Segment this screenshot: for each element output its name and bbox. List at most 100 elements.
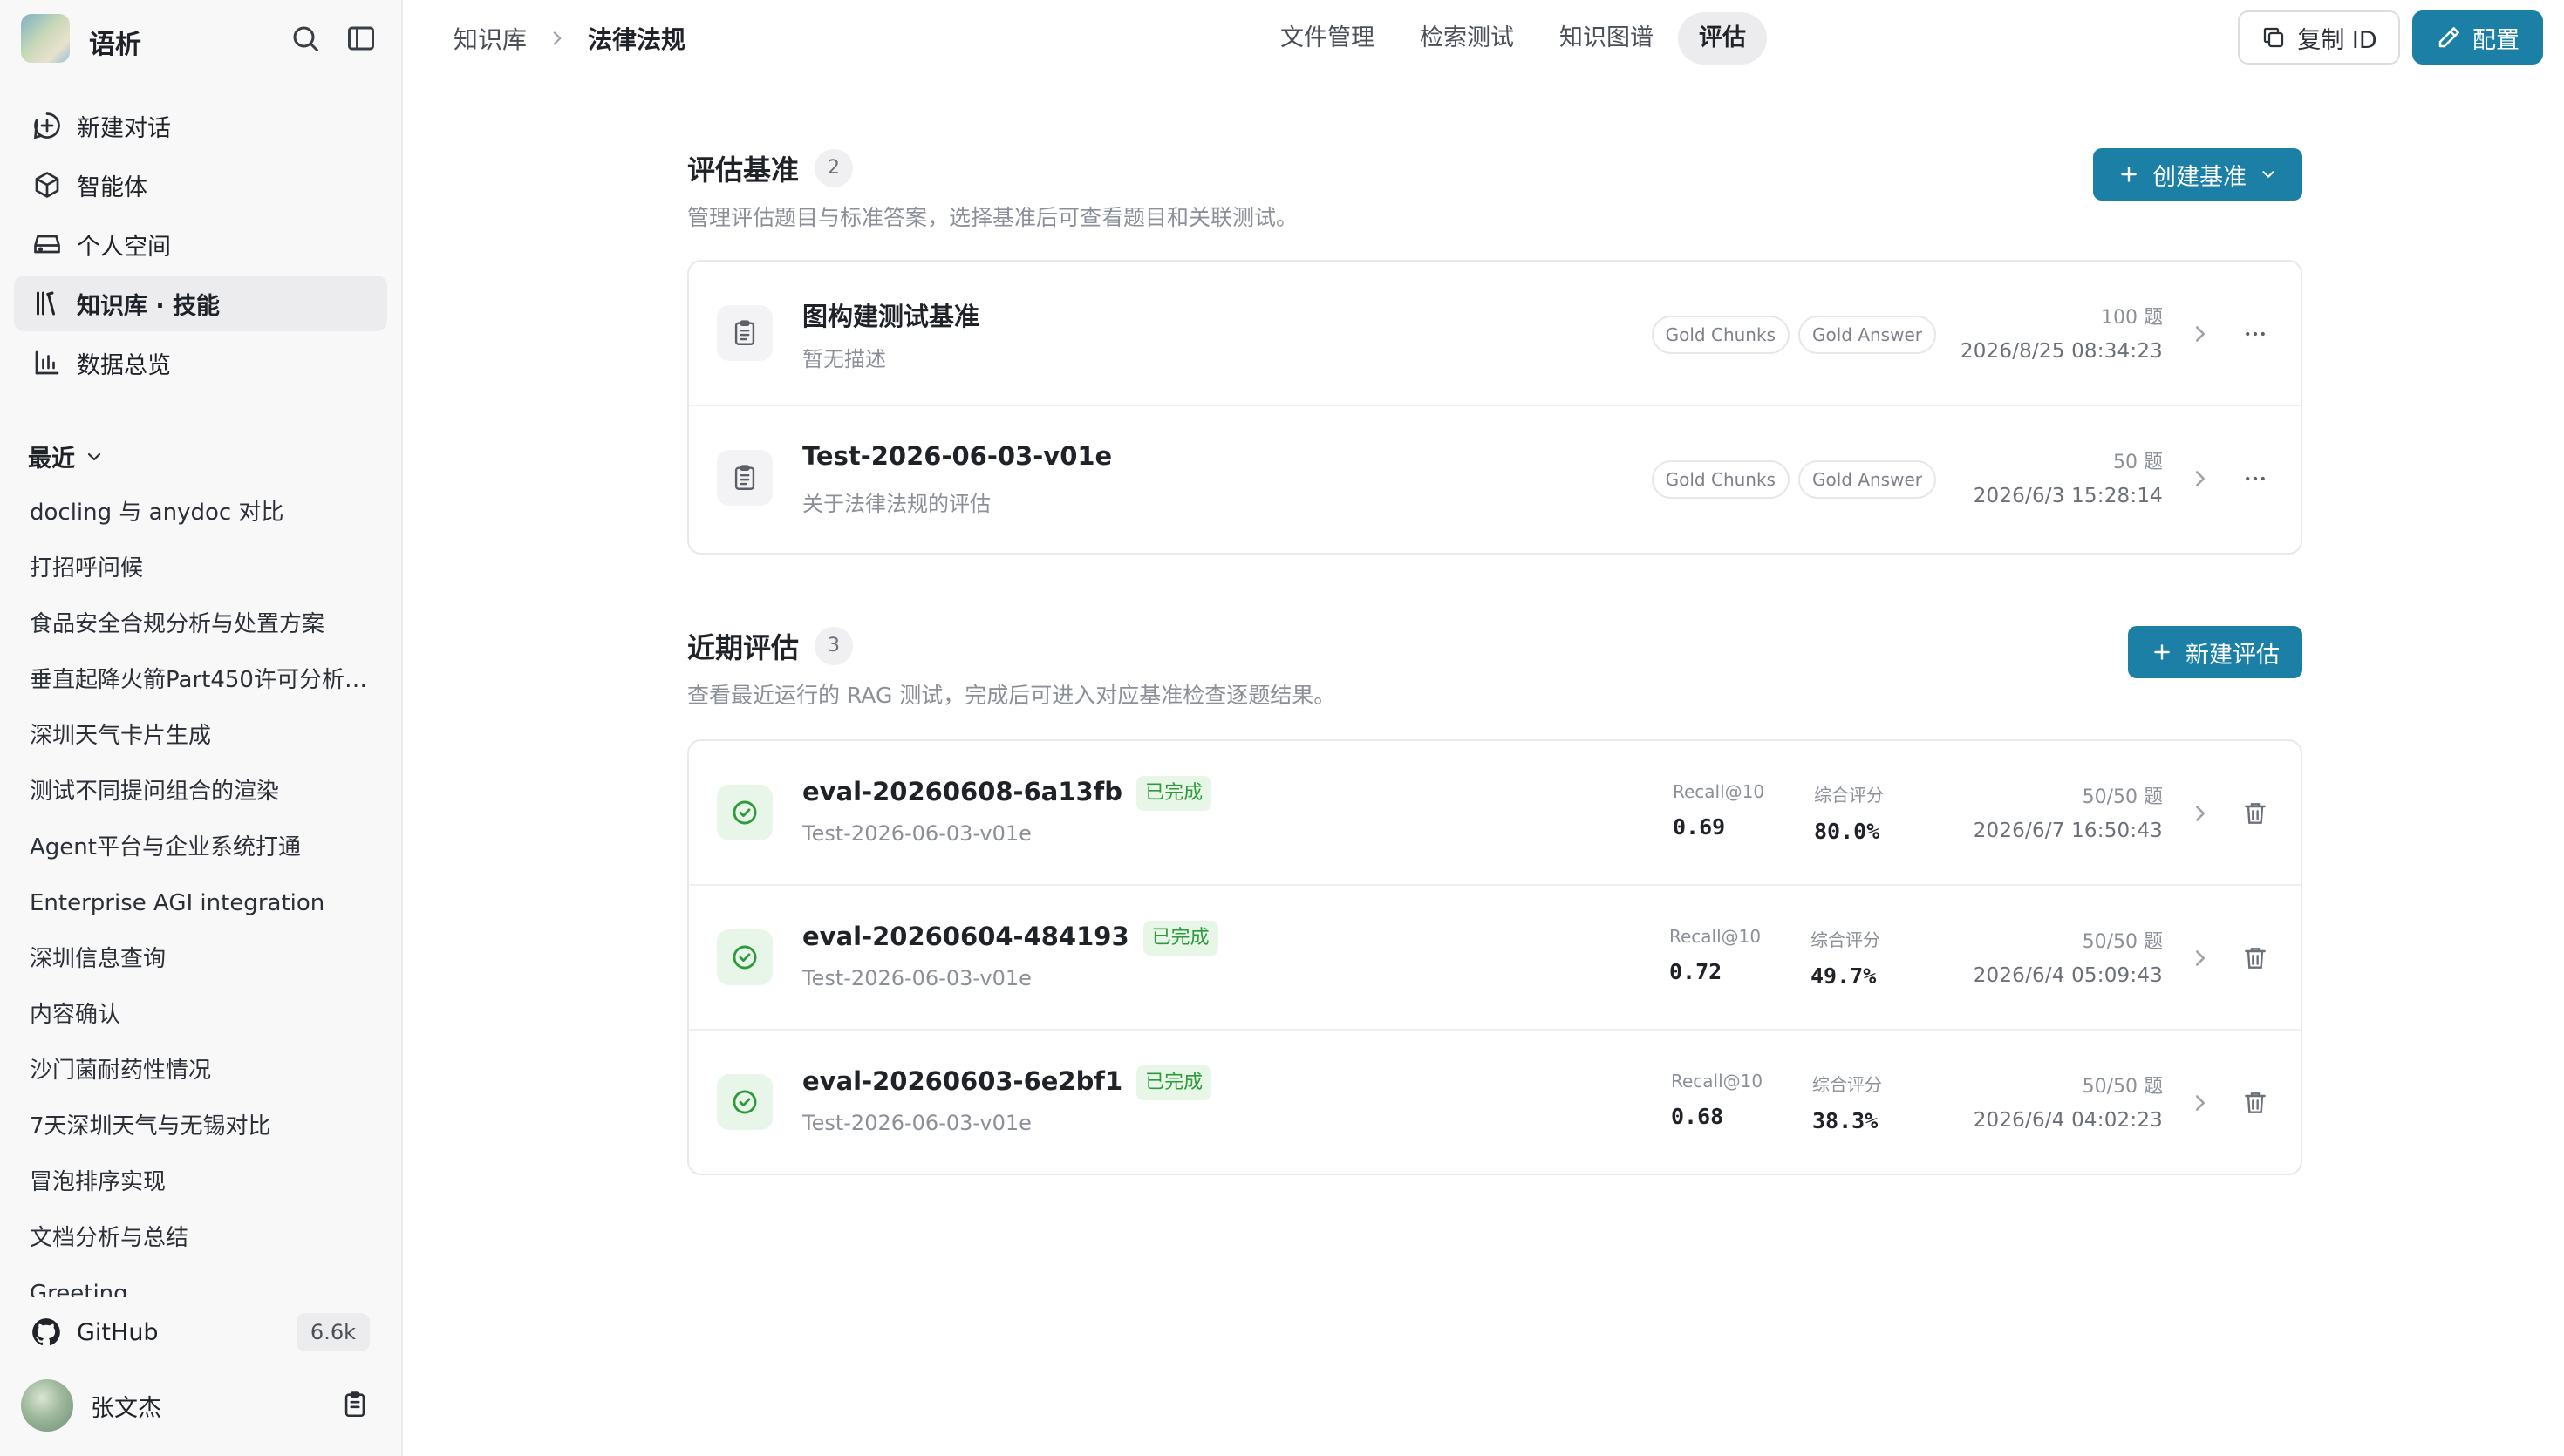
tab-retrieval-test[interactable]: 检索测试 xyxy=(1399,12,1535,65)
recent-item[interactable]: Greeting xyxy=(30,1266,378,1297)
question-count: 50 题 xyxy=(2113,452,2163,473)
benchmark-meta: 50 题 2026/6/3 15:28:14 xyxy=(1974,446,2163,507)
avatar[interactable] xyxy=(21,1379,73,1432)
benchmark-description: 暂无描述 xyxy=(802,347,886,371)
evaluation-benchmark: Test-2026-06-03-v01e xyxy=(802,821,1032,846)
benchmark-row[interactable]: Test-2026-06-03-v01e 关于法律法规的评估 Gold Chun… xyxy=(689,406,2301,551)
metric-value: 80.0% xyxy=(1814,819,1880,844)
trash-icon[interactable] xyxy=(2241,1088,2269,1118)
breadcrumb-knowledge-base[interactable]: 知识库 xyxy=(453,21,527,56)
timestamp: 2026/6/7 16:50:43 xyxy=(1973,820,2163,842)
recent-item[interactable]: 深圳信息查询 xyxy=(30,931,378,987)
sidebar-item-personal-space[interactable]: 个人空间 xyxy=(14,216,387,272)
evaluation-name: eval-20260604-484193 xyxy=(802,922,1129,951)
metric-value: 0.68 xyxy=(1671,1104,1724,1129)
config-button[interactable]: 配置 xyxy=(2412,10,2543,65)
metric-label: 综合评分 xyxy=(1812,1074,1882,1095)
check-circle-icon xyxy=(733,800,757,825)
metric-value: 38.3% xyxy=(1812,1108,1879,1133)
github-icon xyxy=(32,1318,60,1346)
evaluation-meta: 50/50 题 2026/6/4 05:09:43 xyxy=(1974,926,2163,987)
copy-id-button[interactable]: 复制 ID xyxy=(2238,10,2400,65)
tag-chip: Gold Answer xyxy=(1797,460,1936,499)
section-title: 近期评估 xyxy=(687,631,800,664)
question-count: 50/50 题 xyxy=(2082,1076,2163,1098)
recent-item[interactable]: 打招呼问候 xyxy=(30,541,378,596)
recent-item[interactable]: 沙门菌耐药性情况 xyxy=(30,1043,378,1099)
more-icon[interactable] xyxy=(2241,466,2269,492)
user-profile[interactable]: 张文杰 xyxy=(21,1378,370,1433)
sidebar-item-dashboard[interactable]: 数据总览 xyxy=(14,335,387,391)
evaluation-title: eval-20260603-6e2bf1 已完成 xyxy=(802,1065,1212,1100)
recent-item[interactable]: 内容确认 xyxy=(30,987,378,1043)
tab-evaluation[interactable]: 评估 xyxy=(1678,12,1767,65)
metric-value: 0.72 xyxy=(1669,959,1722,984)
chevron-right-icon[interactable] xyxy=(2187,466,2213,492)
status-badge: 已完成 xyxy=(1136,776,1212,811)
sidebar-nav: 新建对话 智能体 个人空间 知识库 · 技能 数据总览 xyxy=(14,98,387,394)
benchmark-icon xyxy=(717,450,773,506)
evaluation-name: eval-20260603-6e2bf1 xyxy=(802,1066,1123,1096)
tab-knowledge-graph[interactable]: 知识图谱 xyxy=(1538,12,1674,65)
recent-item[interactable]: 文档分析与总结 xyxy=(30,1210,378,1266)
recent-item[interactable]: docling 与 anydoc 对比 xyxy=(30,485,378,541)
evaluation-benchmark: Test-2026-06-03-v01e xyxy=(802,1111,1032,1135)
evaluation-title: eval-20260608-6a13fb 已完成 xyxy=(802,776,1212,811)
tab-file-management[interactable]: 文件管理 xyxy=(1259,12,1395,65)
search-icon[interactable] xyxy=(290,23,321,54)
sidebar-header: 语析 xyxy=(21,12,387,65)
recent-item[interactable]: Enterprise AGI integration xyxy=(30,875,378,931)
chevron-right-icon[interactable] xyxy=(2187,800,2213,827)
create-benchmark-button[interactable]: 创建基准 xyxy=(2093,148,2302,201)
tab-bar: 文件管理 检索测试 知识图谱 评估 xyxy=(1259,12,1770,65)
evaluation-row[interactable]: eval-20260608-6a13fb 已完成 Test-2026-06-03-… xyxy=(689,741,2301,886)
count-badge: 2 xyxy=(815,149,854,187)
trash-icon[interactable] xyxy=(2241,799,2269,828)
sidebar-toggle-icon[interactable] xyxy=(345,23,377,54)
section-header: 评估基准 2 xyxy=(687,148,854,188)
github-link[interactable]: GitHub 6.6k xyxy=(30,1308,370,1357)
recall-metric: Recall@10 0.72 xyxy=(1669,926,1761,984)
benchmark-list: 图构建测试基准 暂无描述 Gold Chunks Gold Answer 100… xyxy=(687,260,2302,555)
app-logo[interactable] xyxy=(21,14,70,63)
chevron-right-icon[interactable] xyxy=(2187,945,2213,971)
status-badge: 已完成 xyxy=(1136,1065,1212,1100)
chevron-right-icon[interactable] xyxy=(2187,1090,2213,1116)
timestamp: 2026/6/3 15:28:14 xyxy=(1973,485,2163,507)
chevron-right-icon[interactable] xyxy=(2187,321,2213,347)
evaluation-row[interactable]: eval-20260603-6e2bf1 已完成 Test-2026-06-03-… xyxy=(689,1031,2301,1174)
status-badge: 已完成 xyxy=(1142,921,1218,956)
timestamp: 2026/8/25 08:34:23 xyxy=(1960,340,2163,363)
sidebar-item-label: 数据总览 xyxy=(77,351,171,379)
recent-item[interactable]: 冒泡排序实现 xyxy=(30,1154,378,1210)
trash-icon[interactable] xyxy=(2241,943,2269,973)
drive-icon xyxy=(34,235,60,254)
recent-item[interactable]: 垂直起降火箭Part450许可分析与... xyxy=(30,652,378,708)
timestamp: 2026/6/4 05:09:43 xyxy=(1973,964,2163,987)
sidebar-item-new-chat[interactable]: 新建对话 xyxy=(14,98,387,153)
check-circle-icon xyxy=(733,1090,757,1114)
recent-item[interactable]: Agent平台与企业系统打通 xyxy=(30,820,378,875)
sidebar: 语析 新建对话 智能体 个人空间 知识库 · 技能 数据总览 最近 doclin… xyxy=(0,0,403,1456)
more-icon[interactable] xyxy=(2241,321,2269,347)
github-label: GitHub xyxy=(77,1318,159,1346)
recent-item[interactable]: 7天深圳天气与无锡对比 xyxy=(30,1099,378,1154)
clipboard-icon[interactable] xyxy=(340,1390,370,1419)
recent-header[interactable]: 最近 xyxy=(28,439,105,473)
benchmark-row[interactable]: 图构建测试基准 暂无描述 Gold Chunks Gold Answer 100… xyxy=(689,262,2301,406)
section-title: 评估基准 xyxy=(687,153,800,187)
recent-item[interactable]: 测试不同提问组合的渲染 xyxy=(30,764,378,820)
recent-item[interactable]: 深圳天气卡片生成 xyxy=(30,708,378,764)
evaluation-meta: 50/50 题 2026/6/7 16:50:43 xyxy=(1974,781,2163,842)
evaluation-row[interactable]: eval-20260604-484193 已完成 Test-2026-06-03-… xyxy=(689,886,2301,1031)
new-evaluation-button[interactable]: 新建评估 xyxy=(2128,626,2302,678)
sidebar-item-agents[interactable]: 智能体 xyxy=(14,157,387,213)
sidebar-item-knowledge-base[interactable]: 知识库 · 技能 xyxy=(14,276,387,331)
plus-icon xyxy=(2121,167,2137,182)
new-evaluation-label: 新建评估 xyxy=(2186,641,2280,669)
question-count: 50/50 题 xyxy=(2082,786,2163,808)
recent-item[interactable]: 食品安全合规分析与处置方案 xyxy=(30,596,378,652)
top-header: 知识库 法律法规 文件管理 检索测试 知识图谱 评估 复制 ID 配置 xyxy=(405,0,2564,78)
library-icon xyxy=(37,291,55,316)
clipboard-list-icon xyxy=(734,320,755,345)
